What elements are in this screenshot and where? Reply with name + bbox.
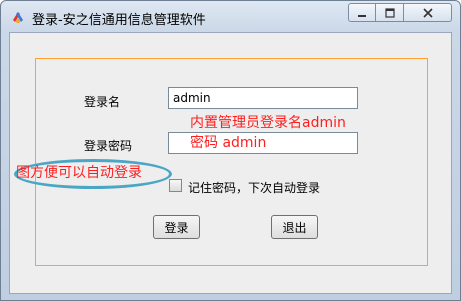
annotation-password-hint: 密码 admin xyxy=(190,135,267,151)
app-icon xyxy=(13,12,23,24)
annotation-builtin-admin: 内置管理员登录名admin xyxy=(190,115,346,131)
exit-button[interactable]: 退出 xyxy=(271,215,318,239)
window-title: 登录-安之信通用信息管理软件 xyxy=(32,13,206,28)
login-button[interactable]: 登录 xyxy=(153,215,200,239)
login-window: 登录-安之信通用信息管理软件 登录名 内置管 xyxy=(0,0,461,301)
remember-password-checkbox[interactable] xyxy=(169,179,182,192)
annotation-auto-login-tip: 图方便可以自动登录 xyxy=(16,165,142,181)
maximize-icon xyxy=(384,7,395,18)
username-label: 登录名 xyxy=(84,95,121,109)
title-bar: 登录-安之信通用信息管理软件 xyxy=(1,1,460,33)
minimize-button[interactable] xyxy=(348,3,376,22)
close-icon xyxy=(422,7,433,18)
username-field[interactable] xyxy=(168,87,358,109)
minimize-icon xyxy=(358,14,366,17)
remember-password-label: 记住密码，下次自动登录 xyxy=(188,181,321,195)
password-label: 登录密码 xyxy=(84,139,133,153)
dialog-content: 登录名 内置管理员登录名admin 登录密码 密码 admin 图方便可以自动登… xyxy=(9,32,452,294)
maximize-button[interactable] xyxy=(376,3,404,22)
window-controls xyxy=(348,3,452,22)
close-button[interactable] xyxy=(404,3,452,22)
